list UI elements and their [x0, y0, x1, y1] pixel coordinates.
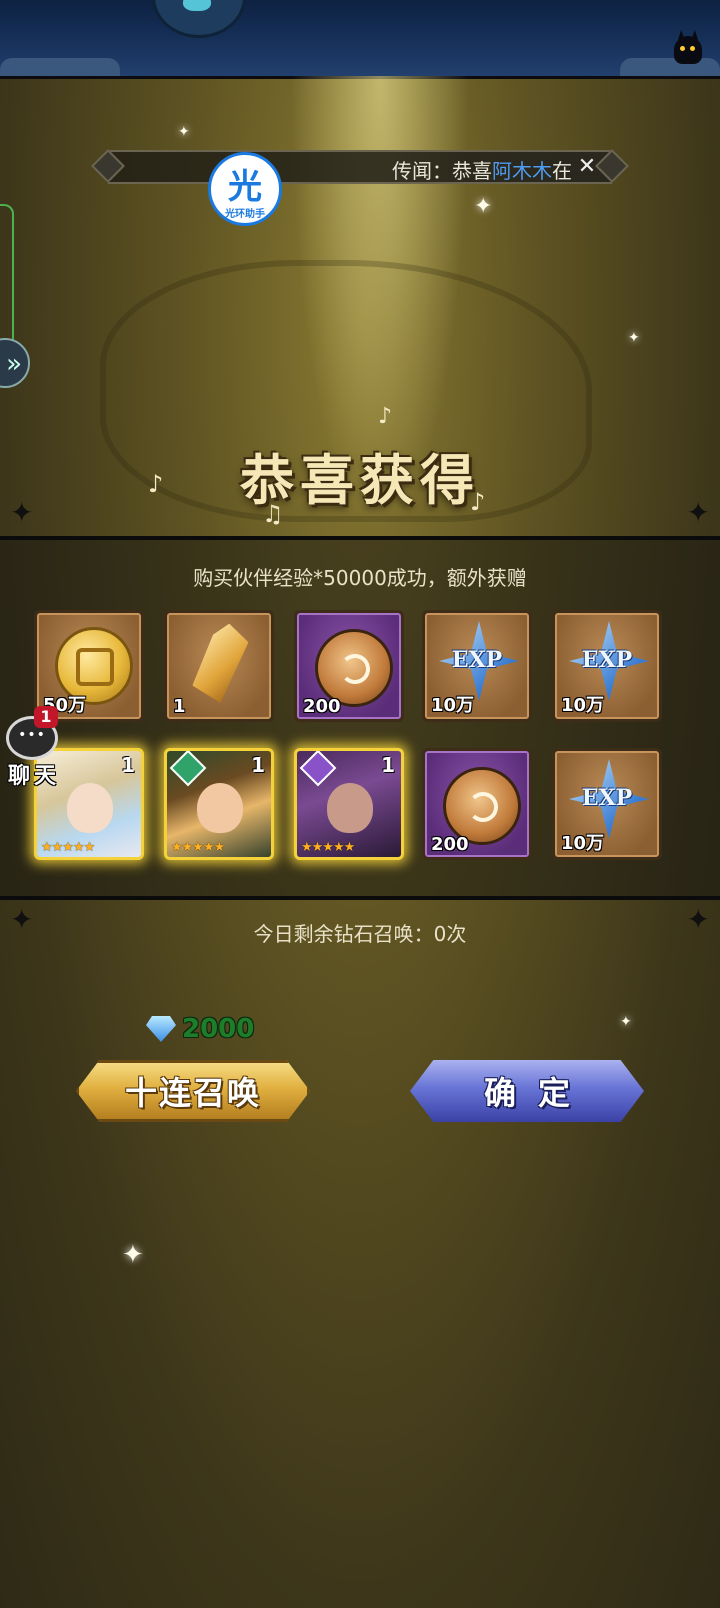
congrats-title: 恭喜获得 [240, 448, 480, 512]
exp-label: EXP [451, 647, 503, 673]
black-cat-icon [674, 36, 702, 64]
overlay-app-icon[interactable]: 光 光环助手 [208, 152, 282, 226]
hero-count: 1 [121, 753, 135, 777]
reward-exp[interactable]: EXP 10万 [422, 610, 532, 722]
ten-summon-label: 十连召唤 [124, 1074, 261, 1112]
news-suffix: 在 [552, 159, 572, 183]
hero-stars: ★★★★★ [301, 840, 355, 855]
sparkle-icon: ✦ [474, 194, 493, 219]
confirm-label: 确定 [483, 1074, 592, 1112]
diamond-icon [146, 1016, 176, 1042]
summon-remaining-text: 今日剩余钻石召唤：0次 [253, 922, 467, 946]
cloud-decoration [0, 58, 120, 76]
reward-crystal[interactable]: 1 [164, 610, 274, 722]
hero-count: 1 [381, 753, 395, 777]
chat-label: 聊天 [8, 764, 61, 789]
bird-emblem-icon [152, 0, 246, 38]
overlay-app-glyph: 光 [228, 167, 262, 207]
reward-hero-card[interactable]: 1 ★★★★★ [164, 748, 274, 860]
hero-stars: ★★★★★ [41, 840, 95, 855]
news-player-name[interactable]: 阿木木 [492, 159, 552, 183]
news-ticker: 传闻：恭喜阿木木在 ✕ [108, 150, 612, 184]
reward-quantity: 200 [431, 834, 469, 855]
gem-count: 2000 [182, 1014, 255, 1044]
sparkle-icon: ✦ [620, 1014, 632, 1030]
purchase-result-text: 购买伙伴经验*50000成功，额外获赠 [193, 566, 527, 590]
confirm-button[interactable]: 确定 [410, 1060, 644, 1122]
hero-stars: ★★★★★ [171, 840, 225, 855]
news-text: 传闻：恭喜阿木木在 [392, 155, 572, 184]
crossed-swords-close-icon[interactable]: ✕ [576, 156, 598, 178]
sparkle-icon: ✦ [122, 1240, 144, 1270]
crystal-icon [190, 619, 252, 706]
reward-quantity: 10万 [561, 695, 605, 716]
hero-face [197, 783, 243, 833]
ten-summon-button[interactable]: 十连召唤 [76, 1060, 310, 1122]
news-prefix: 传闻：恭喜 [392, 159, 492, 183]
cloud-decoration [620, 58, 720, 76]
reward-quantity: 10万 [431, 695, 475, 716]
exp-label: EXP [581, 785, 633, 811]
double-chevron-right-icon[interactable]: » [0, 338, 30, 388]
hero-face [67, 783, 113, 833]
ornament-corner: ✦ [686, 496, 710, 529]
sparkle-icon: ✦ [628, 330, 640, 346]
reward-purple-orb[interactable]: 200 [422, 748, 532, 860]
music-note-icon: ♪ [378, 404, 393, 429]
reward-exp[interactable]: EXP 10万 [552, 610, 662, 722]
reward-quantity: 10万 [561, 833, 605, 854]
side-panel-tab[interactable] [0, 204, 14, 348]
ornament-corner: ✦ [10, 496, 34, 529]
reward-exp[interactable]: EXP 10万 [552, 748, 662, 860]
top-bar [0, 0, 720, 79]
chat-button[interactable]: 1 聊天 [4, 706, 62, 789]
sparkle-icon: ✦ [178, 124, 190, 140]
reward-quantity: 1 [173, 696, 186, 717]
chat-unread-badge: 1 [34, 706, 58, 728]
reward-quantity: 200 [303, 696, 341, 717]
exp-label: EXP [581, 647, 633, 673]
hero-face [327, 783, 373, 833]
overlay-app-name: 光环助手 [225, 209, 265, 220]
hero-count: 1 [251, 753, 265, 777]
reward-hero-card[interactable]: 1 ★★★★★ [294, 748, 404, 860]
reward-purple-orb[interactable]: 200 [294, 610, 404, 722]
